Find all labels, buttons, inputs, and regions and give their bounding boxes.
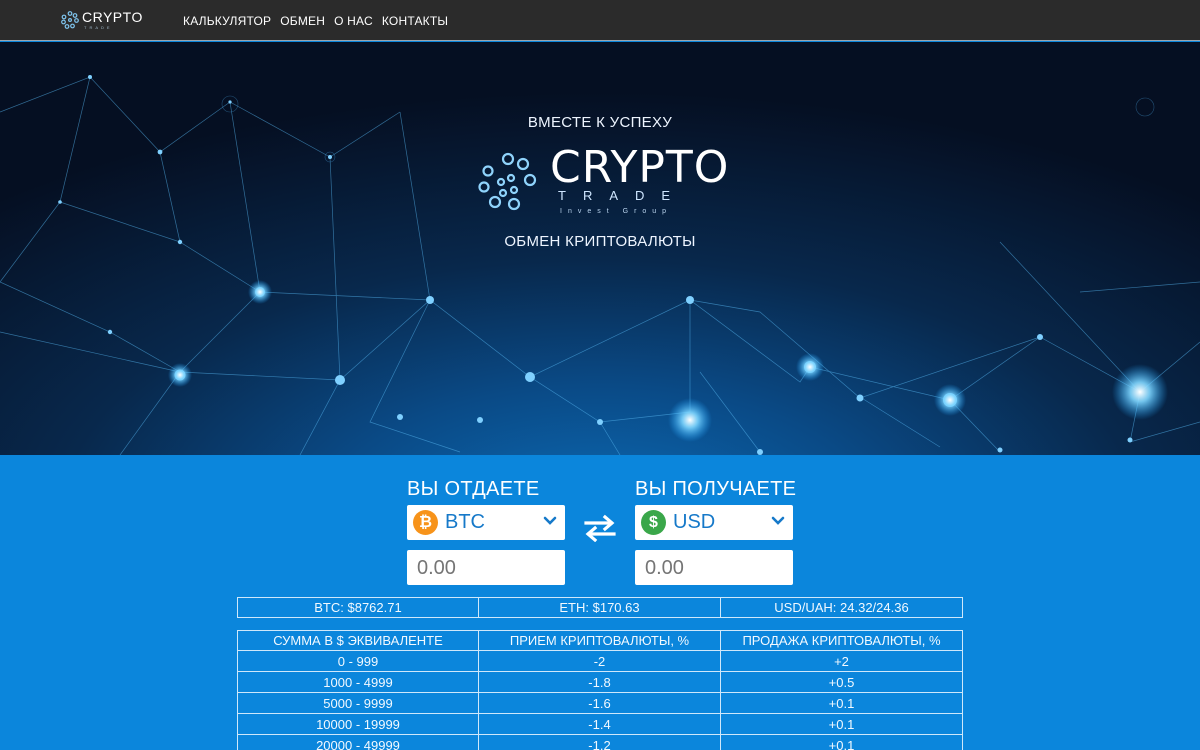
logo-sub: TRADE bbox=[84, 25, 113, 30]
get-amount-input[interactable] bbox=[635, 550, 793, 585]
give-amount-input[interactable] bbox=[407, 550, 565, 585]
column-header: СУММА В $ ЭКВИВАЛЕНТЕ bbox=[237, 630, 479, 651]
nav-link-exchange[interactable]: ОБМЕН bbox=[280, 14, 325, 28]
site-logo[interactable]: CRYPTO TRADE bbox=[61, 9, 143, 33]
swap-arrows-icon[interactable] bbox=[584, 514, 616, 542]
hero-banner: ВМЕСТЕ К УСПЕХУ CRYPTO TRADE Invest Grou… bbox=[0, 42, 1200, 455]
navbar: CRYPTO TRADE КАЛЬКУЛЯТОР ОБМЕН О НАС КОН… bbox=[0, 0, 1200, 41]
rate-eth: ETH: $170.63 bbox=[479, 597, 721, 618]
fees-table: СУММА В $ ЭКВИВАЛЕНТЕ ПРИЕМ КРИПТОВАЛЮТЫ… bbox=[237, 630, 963, 750]
rates-table: BTC: $8762.71 ETH: $170.63 USD/UAH: 24.3… bbox=[237, 597, 963, 618]
table-row: 5000 - 9999 -1.6 +0.1 bbox=[237, 693, 963, 714]
give-currency-select[interactable]: ₿ BTC bbox=[407, 505, 565, 540]
rate-usd-uah: USD/UAH: 24.32/24.36 bbox=[721, 597, 963, 618]
table-row: 20000 - 49999 -1.2 +0.1 bbox=[237, 735, 963, 750]
logo-word: CRYPTO bbox=[82, 9, 143, 25]
get-currency-select[interactable]: $ USD bbox=[635, 505, 793, 540]
get-label: ВЫ ПОЛУЧАЕТЕ bbox=[635, 478, 797, 500]
main-nav: КАЛЬКУЛЯТОР ОБМЕН О НАС КОНТАКТЫ bbox=[183, 14, 448, 28]
hero-logo-trade: TRADE bbox=[558, 188, 688, 203]
table-cell: -1.6 bbox=[479, 693, 721, 714]
logo-dots-icon bbox=[478, 152, 537, 211]
table-cell: -2 bbox=[479, 651, 721, 672]
chevron-down-icon bbox=[543, 516, 557, 525]
table-cell: 5000 - 9999 bbox=[237, 693, 479, 714]
hero-logo-invest: Invest Group bbox=[560, 208, 673, 215]
nav-link-contacts[interactable]: КОНТАКТЫ bbox=[382, 14, 448, 28]
table-cell: -1.8 bbox=[479, 672, 721, 693]
table-header-row: СУММА В $ ЭКВИВАЛЕНТЕ ПРИЕМ КРИПТОВАЛЮТЫ… bbox=[237, 630, 963, 651]
bitcoin-icon: ₿ bbox=[413, 510, 438, 535]
hero-logo: CRYPTO TRADE Invest Group bbox=[478, 142, 728, 222]
column-header: ПРИЕМ КРИПТОВАЛЮТЫ, % bbox=[479, 630, 721, 651]
table-row: 1000 - 4999 -1.8 +0.5 bbox=[237, 672, 963, 693]
give-currency-value: BTC bbox=[445, 511, 485, 533]
chevron-down-icon bbox=[771, 516, 785, 525]
nav-link-about[interactable]: О НАС bbox=[334, 14, 373, 28]
table-cell: 10000 - 19999 bbox=[237, 714, 479, 735]
table-cell: 1000 - 4999 bbox=[237, 672, 479, 693]
table-cell: 20000 - 49999 bbox=[237, 735, 479, 750]
give-label: ВЫ ОТДАЕТЕ bbox=[407, 478, 540, 500]
table-cell: +0.1 bbox=[721, 735, 963, 750]
hero-tagline: ВМЕСТЕ К УСПЕХУ bbox=[527, 114, 673, 131]
table-cell: +2 bbox=[721, 651, 963, 672]
nav-link-calculator[interactable]: КАЛЬКУЛЯТОР bbox=[183, 14, 271, 28]
logo-dots-icon bbox=[61, 11, 79, 29]
hero-subtitle: ОБМЕН КРИПТОВАЛЮТЫ bbox=[504, 233, 696, 250]
table-cell: -1.2 bbox=[479, 735, 721, 750]
table-row: 10000 - 19999 -1.4 +0.1 bbox=[237, 714, 963, 735]
table-row: BTC: $8762.71 ETH: $170.63 USD/UAH: 24.3… bbox=[237, 597, 963, 618]
hero-logo-word: CRYPTO bbox=[550, 142, 730, 193]
column-header: ПРОДАЖА КРИПТОВАЛЮТЫ, % bbox=[721, 630, 963, 651]
get-currency-value: USD bbox=[673, 511, 716, 533]
table-cell: -1.4 bbox=[479, 714, 721, 735]
dollar-icon: $ bbox=[641, 510, 666, 535]
table-row: 0 - 999 -2 +2 bbox=[237, 651, 963, 672]
table-cell: 0 - 999 bbox=[237, 651, 479, 672]
table-cell: +0.1 bbox=[721, 714, 963, 735]
rate-btc: BTC: $8762.71 bbox=[237, 597, 479, 618]
table-cell: +0.5 bbox=[721, 672, 963, 693]
table-cell: +0.1 bbox=[721, 693, 963, 714]
